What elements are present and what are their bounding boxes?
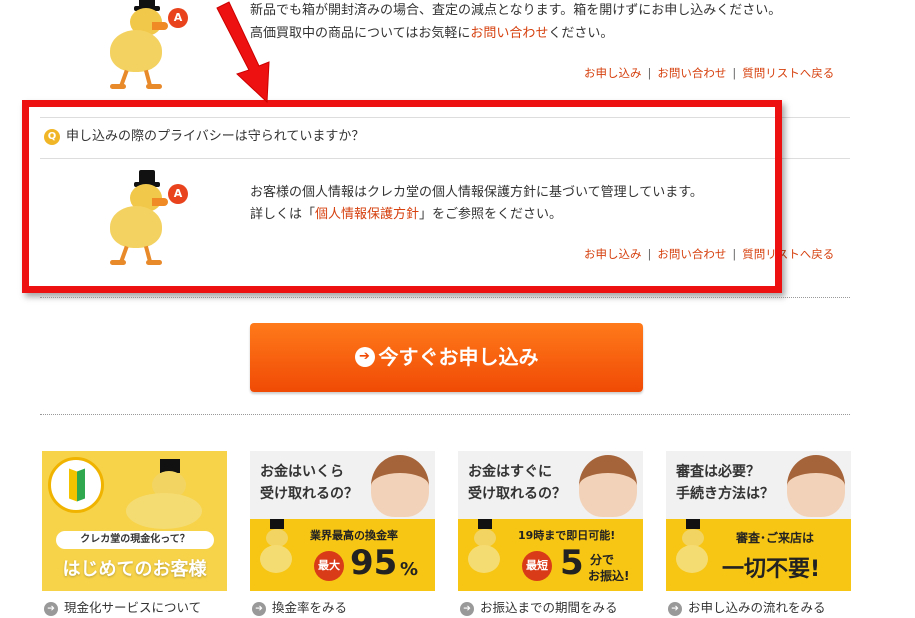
arrow-right-icon: ➔: [668, 601, 682, 616]
arrow-right-icon: ➔: [44, 601, 58, 616]
duck-mascot-illustration: [674, 519, 714, 579]
exchange-rate-link[interactable]: ➔ 換金率をみる: [252, 597, 347, 616]
banner-transfer-speed[interactable]: お金はすぐに 受け取れるの？ 19時まで即日可能! 最短 5 分で お振込!: [458, 451, 643, 591]
arrow-annotation-icon: [216, 1, 270, 104]
apply-link[interactable]: お申し込み: [584, 66, 642, 80]
beginner-mark-icon: [48, 457, 104, 513]
banner-headline: はじめてのお客様: [62, 559, 207, 580]
apply-now-label: 今すぐお申し込み: [378, 345, 539, 369]
highlight-frame: [22, 100, 782, 293]
arrow-right-icon: ➔: [460, 601, 474, 616]
banner-unit-line1: 分で: [590, 553, 615, 567]
banner-question: お金はいくら 受け取れるの？: [260, 464, 358, 502]
woman-photo: [371, 455, 429, 517]
banner-question: 審査は必要？ 手続き方法は？: [676, 464, 774, 502]
banner-question: お金はすぐに 受け取れるの？: [468, 464, 566, 502]
duck-mascot-illustration: [466, 519, 506, 579]
banner-exchange-rate[interactable]: お金はいくら 受け取れるの？ 業界最高の換金率 最大 95 %: [250, 451, 435, 591]
arrow-right-icon: ➔: [252, 601, 266, 616]
application-flow-link[interactable]: ➔ お申し込みの流れをみる: [668, 597, 826, 616]
dotted-divider: [40, 297, 850, 298]
duck-mascot-illustration: [122, 459, 212, 529]
banner-unit-line2: お振込!: [588, 569, 630, 583]
previous-answer-line2: 高価買取中の商品についてはお気軽にお問い合わせください。: [250, 26, 614, 41]
banner-screening[interactable]: 審査は必要？ 手続き方法は？ 審査･ご来店は 一切不要!: [666, 451, 851, 591]
banner-big-number: 95: [350, 543, 398, 583]
banner-pill: 最短: [522, 551, 552, 581]
transfer-period-link[interactable]: ➔ お振込までの期間をみる: [460, 597, 618, 616]
banner-big-number: 5: [560, 543, 584, 583]
contact-inline-link[interactable]: お問い合わせ: [470, 26, 548, 41]
banner-first-time[interactable]: クレカ堂の現金化って？ はじめてのお客様: [42, 451, 227, 591]
cash-service-link[interactable]: ➔ 現金化サービスについて: [44, 597, 201, 616]
banner-top-text: 19時まで即日可能!: [518, 529, 616, 542]
woman-photo: [579, 455, 637, 517]
woman-photo: [787, 455, 845, 517]
previous-answer-links: お申し込み | お問い合わせ | 質問リストへ戻る: [584, 66, 835, 80]
previous-answer-line1: 新品でも箱が開封済みの場合、査定の減点となります。箱を開けずにお申し込みください…: [250, 3, 782, 18]
banner-top-text: 業界最高の換金率: [310, 529, 398, 542]
banner-unit: %: [400, 559, 419, 580]
dotted-divider: [40, 414, 850, 415]
duck-mascot-illustration: A: [100, 0, 188, 91]
banner-pill: 最大: [314, 551, 344, 581]
banner-tag: クレカ堂の現金化って？: [56, 531, 214, 549]
apply-now-button[interactable]: ➔ 今すぐお申し込み: [250, 323, 643, 392]
duck-mascot-illustration: [258, 519, 298, 579]
arrow-right-icon: ➔: [354, 346, 375, 367]
back-to-list-link[interactable]: 質問リストへ戻る: [742, 66, 834, 80]
banner-big-text: 一切不要!: [722, 557, 821, 582]
contact-link[interactable]: お問い合わせ: [657, 66, 726, 80]
previous-answer-text: 新品でも箱が開封済みの場合、査定の減点となります。箱を開けずにお申し込みください…: [250, 0, 890, 45]
banner-top-text: 審査･ご来店は: [736, 531, 815, 545]
answer-bubble-icon: A: [168, 8, 188, 28]
